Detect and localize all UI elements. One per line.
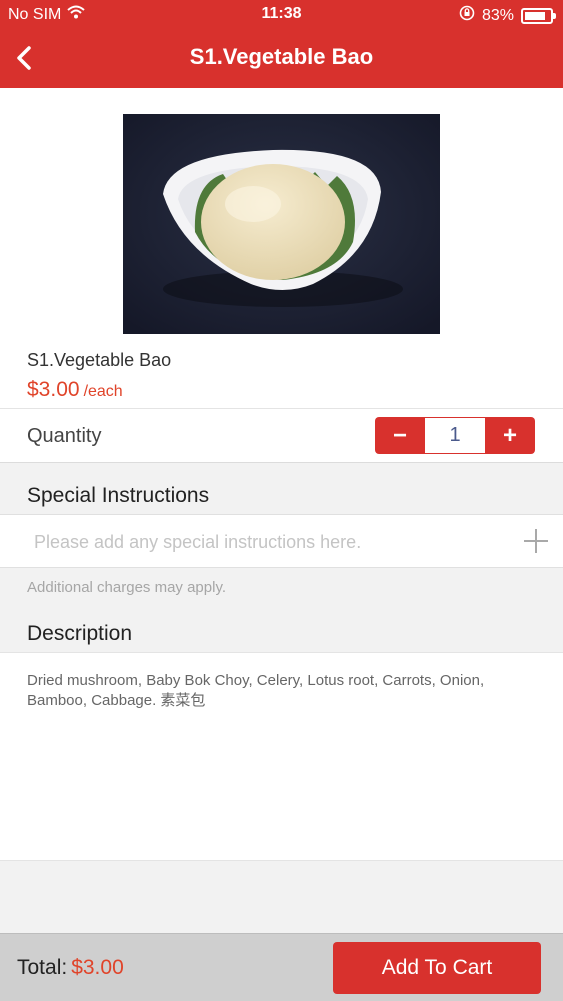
- total-amount: $3.00: [71, 956, 124, 979]
- description-text: Dried mushroom, Baby Bok Choy, Celery, L…: [27, 672, 485, 709]
- increase-quantity-button[interactable]: +: [485, 417, 535, 454]
- quantity-label: Quantity: [27, 425, 102, 447]
- price-unit: /each: [83, 383, 123, 400]
- battery-percent: 83%: [481, 6, 514, 24]
- orientation-lock-icon: [459, 5, 475, 26]
- quantity-value[interactable]: 1: [425, 417, 485, 454]
- additional-charges-note: Additional charges may apply.: [27, 579, 226, 596]
- description-box: Dried mushroom, Baby Bok Choy, Celery, L…: [0, 652, 563, 861]
- special-instructions-heading: Special Instructions: [27, 484, 210, 507]
- quantity-stepper: − 1 +: [375, 417, 535, 454]
- top-bar: No SIM 11:38 83% S1.Vegetable Bao: [0, 0, 563, 88]
- special-instructions-input[interactable]: [20, 523, 516, 561]
- total: Total: $3.00: [17, 956, 124, 980]
- item-price: $3.00/each: [27, 378, 123, 402]
- page-title: S1.Vegetable Bao: [189, 44, 374, 69]
- description-heading: Description: [27, 622, 133, 645]
- quantity-row: Quantity − 1 +: [0, 409, 563, 463]
- price-value: $3.00: [27, 378, 80, 401]
- item-photo: [123, 114, 440, 334]
- total-label: Total:: [17, 956, 68, 979]
- add-instruction-plus-icon[interactable]: [523, 528, 549, 554]
- special-instructions-row: [0, 514, 563, 568]
- status-bar: No SIM 11:38 83%: [0, 0, 563, 30]
- add-to-cart-button[interactable]: Add To Cart: [333, 942, 541, 994]
- item-name: S1.Vegetable Bao: [27, 350, 172, 370]
- item-header: S1.Vegetable Bao $3.00/each: [0, 88, 563, 409]
- nav-bar: S1.Vegetable Bao: [0, 30, 563, 88]
- decrease-quantity-button[interactable]: −: [375, 417, 425, 454]
- bottom-bar: Total: $3.00 Add To Cart: [0, 933, 563, 1001]
- battery-icon: [521, 7, 556, 24]
